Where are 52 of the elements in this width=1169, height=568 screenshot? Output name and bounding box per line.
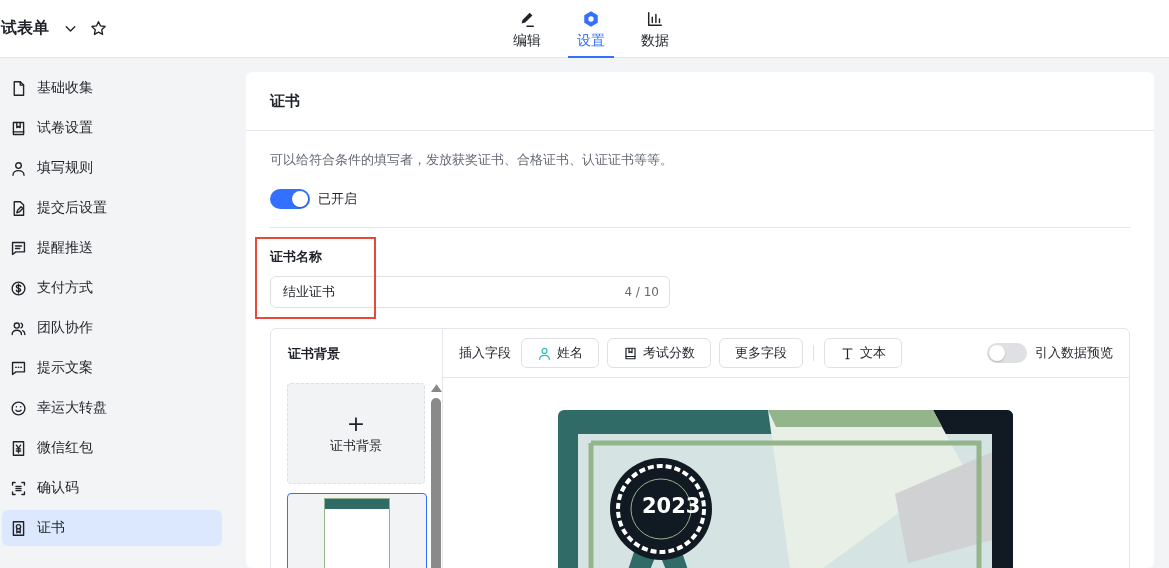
template-thumbnail[interactable] xyxy=(287,493,427,568)
section-title: 证书背景 xyxy=(286,345,341,363)
book-icon xyxy=(10,119,27,137)
toggle-switch[interactable] xyxy=(270,189,310,209)
insert-field-button[interactable]: 考试分数 xyxy=(607,338,711,368)
description-text: 可以给符合条件的填写者，发放获奖证书、合格证书、认证证书等等。 xyxy=(270,151,674,169)
scroll-up-arrow[interactable] xyxy=(430,383,442,392)
dollar-circle-icon xyxy=(10,279,27,297)
toggle-label: 引入数据预览 xyxy=(1035,344,1113,362)
field-label: 证书名称 xyxy=(270,248,323,266)
insert-field-button[interactable]: 更多字段 xyxy=(719,338,803,368)
preview-toggle[interactable] xyxy=(987,343,1027,363)
panel-title: 证书 xyxy=(246,72,1154,131)
name-input[interactable]: 结业证书 4 / 10 xyxy=(270,276,670,308)
user-icon xyxy=(10,159,27,177)
nav-tab[interactable]: 编辑 xyxy=(504,0,550,58)
sidebar-item[interactable]: 提交后设置 xyxy=(2,190,222,226)
upload-button[interactable]: + 证书背景 xyxy=(287,383,425,484)
insert-field-button[interactable]: 文本 xyxy=(824,338,902,368)
sidebar-item[interactable]: 幸运大转盘 xyxy=(2,390,222,426)
sidebar-item[interactable]: 填写规则 xyxy=(2,150,222,186)
sidebar-item[interactable]: 提示文案 xyxy=(2,350,222,386)
bar-chart-icon xyxy=(646,10,664,28)
message-dots-icon xyxy=(10,359,27,377)
sidebar-item[interactable]: 微信红包 xyxy=(2,430,222,466)
sidebar-item[interactable]: 支付方式 xyxy=(2,270,222,306)
certificate-year: 2023 xyxy=(642,494,701,518)
book-icon xyxy=(623,345,638,361)
sidebar-item[interactable]: 确认码 xyxy=(2,470,222,506)
nav-tab[interactable]: 设置 xyxy=(568,0,614,58)
text-icon xyxy=(840,345,855,361)
character-counter: 4 / 10 xyxy=(624,285,659,299)
hexagon-icon xyxy=(582,10,600,28)
certificate-icon xyxy=(10,519,27,537)
sidebar-item[interactable]: 基础收集 xyxy=(2,70,222,106)
message-icon xyxy=(10,239,27,257)
toggle-label: 已开启 xyxy=(318,190,357,208)
sidebar-item[interactable]: 团队协作 xyxy=(2,310,222,346)
yen-icon xyxy=(10,439,27,457)
nav-tab[interactable]: 数据 xyxy=(632,0,678,58)
users-icon xyxy=(10,319,27,337)
user-icon xyxy=(537,345,552,361)
sidebar-item[interactable]: 提醒推送 xyxy=(2,230,222,266)
smile-icon xyxy=(10,399,27,417)
scrollbar-thumb[interactable] xyxy=(431,398,441,568)
sidebar-item[interactable]: 证书 xyxy=(2,510,222,546)
toolbar-label: 插入字段 xyxy=(459,344,511,362)
insert-field-button[interactable]: 姓名 xyxy=(521,338,599,368)
scan-icon xyxy=(10,479,27,497)
sidebar-item[interactable]: 试卷设置 xyxy=(2,110,222,146)
form-title: 试表单 xyxy=(1,18,49,39)
certificate-thumbnail xyxy=(324,498,390,568)
